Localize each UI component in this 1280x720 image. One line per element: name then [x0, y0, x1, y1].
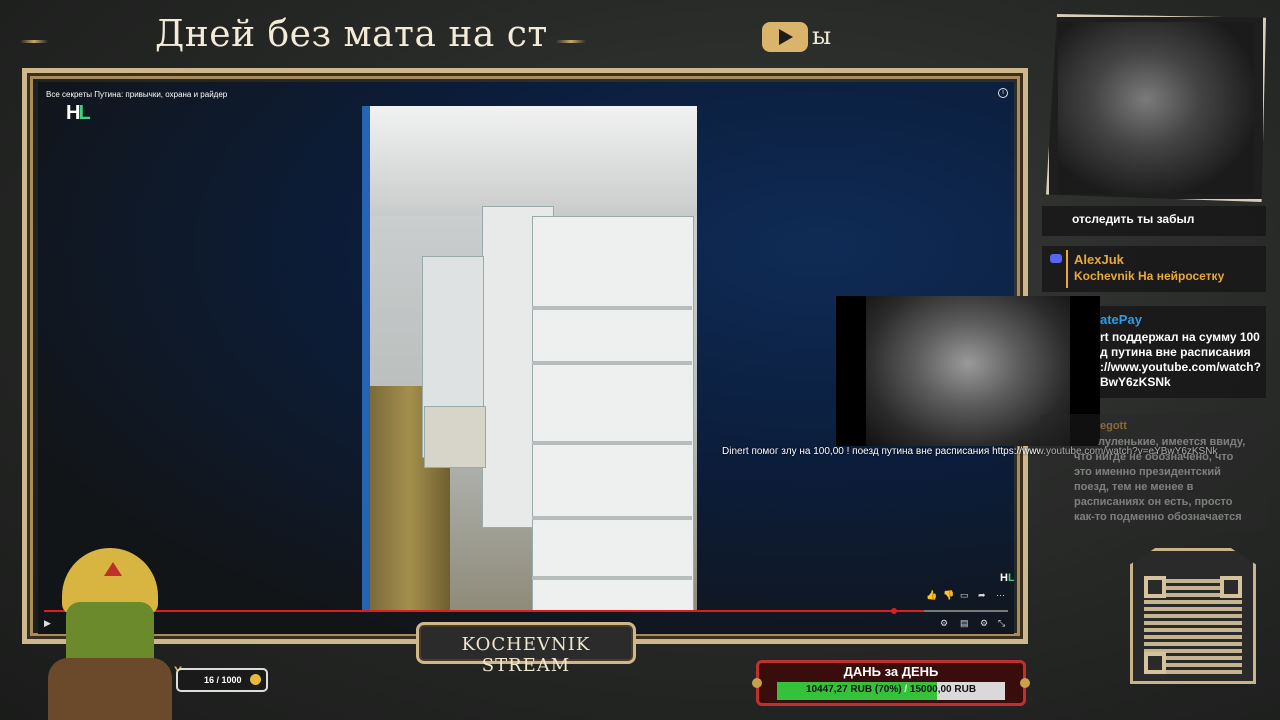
- header-title: Дней без мата на ст: [155, 14, 548, 55]
- discord-icon: [1050, 254, 1062, 263]
- chat-username: atePay: [1100, 312, 1142, 327]
- dislike-icon[interactable]: 👎: [943, 590, 954, 601]
- quality-icon[interactable]: ⚙: [980, 618, 988, 629]
- qr-finder-pattern: [1220, 576, 1242, 598]
- coin-icon: [250, 674, 261, 685]
- goal-endcap-left: [752, 678, 762, 688]
- chat-message-line: расписаниях он есть, просто: [1074, 496, 1233, 508]
- chat-message-line: поезд, тем не менее в: [1074, 481, 1194, 493]
- qr-finder-pattern: [1144, 652, 1166, 674]
- chat-message: отследить ты забыл: [1042, 206, 1266, 236]
- stream-banner-text: KOCHEVNIK STREAM: [461, 634, 591, 676]
- youtube-icon: [762, 22, 808, 52]
- subtitles-icon[interactable]: ▤: [960, 618, 969, 629]
- info-icon[interactable]: i: [998, 88, 1008, 98]
- chat-message-line: ://www.youtube.com/watch?: [1100, 360, 1261, 374]
- chat-message-line: как-то подменно обозначается: [1074, 511, 1242, 523]
- header-decoration-left: [20, 40, 48, 43]
- like-icon[interactable]: 👍: [926, 590, 937, 601]
- progress-scrubber[interactable]: [891, 608, 897, 614]
- mascot-image: [44, 548, 174, 720]
- chat-username: egott: [1100, 420, 1127, 432]
- more-icon[interactable]: ⋯: [996, 590, 1005, 601]
- comment-icon[interactable]: ▭: [960, 590, 969, 601]
- chat-message-line: луленькие, имеется ввиду,: [1098, 436, 1246, 448]
- video-frame-image: [362, 106, 697, 610]
- chat-accent-bar: [1066, 250, 1068, 288]
- chat-message: egott луленькие, имеется ввиду, что нигд…: [1040, 414, 1266, 530]
- fullscreen-icon[interactable]: ⤡: [998, 618, 1005, 629]
- share-icon[interactable]: ➦: [978, 590, 986, 601]
- stream-banner: KOCHEVNIK STREAM: [416, 622, 636, 676]
- header-title-tail: ы: [812, 22, 832, 50]
- video-title: Все секреты Путина: привычки, охрана и р…: [46, 90, 228, 99]
- level-counter: 16 / 1000: [176, 668, 268, 692]
- donation-goal: ДАНЬ за ДЕНЬ 10447,27 RUB (70%) / 15000,…: [756, 660, 1026, 706]
- chat-message-line: это именно президентский: [1074, 466, 1221, 478]
- chat-message-text: Kochevnik На нейросетку: [1074, 269, 1225, 283]
- donation-goal-bar: 10447,27 RUB (70%) / 15000,00 RUB: [777, 682, 1005, 700]
- watermark-logo: HL: [1000, 572, 1014, 584]
- chat-message-text: отследить ты забыл: [1072, 212, 1195, 226]
- logo-h: H: [66, 102, 81, 124]
- chat-message: atePay rt поддержал на сумму 100 д путин…: [1100, 306, 1266, 398]
- chat-username: AlexJuk: [1074, 252, 1124, 267]
- chat-message-line: что нигде не обозначено, что: [1074, 451, 1234, 463]
- level-counter-text: 16 / 1000: [204, 675, 242, 685]
- chat-message-line: д путина вне расписания: [1100, 345, 1251, 359]
- donation-goal-current: 10447,27 RUB (70%): [805, 684, 902, 695]
- goal-endcap-right: [1020, 678, 1030, 688]
- settings-icon[interactable]: ⚙: [940, 618, 948, 629]
- donation-goal-separator: /: [901, 684, 910, 695]
- donation-goal-total: 15000,00 RUB: [909, 684, 977, 695]
- donation-goal-title: ДАНЬ за ДЕНЬ: [843, 664, 939, 679]
- progress-bar[interactable]: [44, 610, 924, 612]
- progress-bar-remaining[interactable]: [924, 610, 1008, 612]
- webcam-feed: [1058, 22, 1254, 194]
- donation-goal-text: 10447,27 RUB (70%) / 15000,00 RUB: [777, 684, 1005, 695]
- header-decoration-right: [556, 40, 586, 43]
- chat-message-line: BwY6zKSNk: [1100, 375, 1171, 389]
- channel-logo: HL: [66, 102, 91, 125]
- chat-message-line: rt поддержал на сумму 100: [1100, 330, 1260, 344]
- qr-finder-pattern: [1144, 576, 1166, 598]
- logo-l: L: [78, 102, 90, 124]
- chat-message: AlexJuk Kochevnik На нейросетку: [1042, 246, 1266, 292]
